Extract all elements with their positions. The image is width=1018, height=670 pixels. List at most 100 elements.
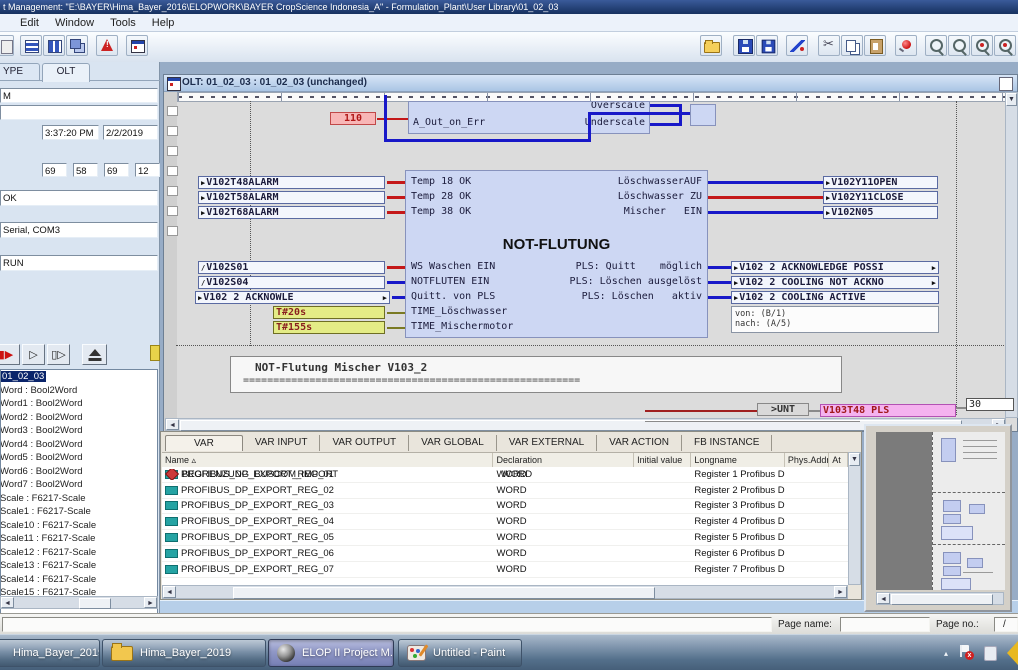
left-panel-hscrollbar[interactable]: ◄ ►: [0, 596, 158, 609]
scroll-thumb[interactable]: [891, 594, 993, 605]
signature-icon[interactable]: [786, 35, 808, 56]
window-icon[interactable]: [126, 35, 148, 56]
scroll-left-icon[interactable]: ◄: [163, 586, 176, 598]
zoom-red-icon[interactable]: [971, 35, 993, 56]
menu-item[interactable]: Help: [144, 17, 183, 29]
value-box-30[interactable]: 30: [966, 398, 1014, 411]
cut-icon[interactable]: ✂: [818, 35, 840, 56]
list-item[interactable]: 01_02_03: [1, 370, 157, 384]
zoom-icon[interactable]: [925, 35, 947, 56]
input-tag-v102s04[interactable]: /V102S04: [198, 276, 385, 289]
column-header-phys-addr[interactable]: Phys.Addr.: [785, 453, 829, 468]
open-folder-icon[interactable]: [700, 35, 722, 56]
time-field[interactable]: 3:37:20 PM: [42, 125, 99, 140]
document-icon[interactable]: [0, 35, 14, 56]
menu-item[interactable]: Edit: [12, 17, 47, 29]
tray-program-icon[interactable]: [984, 646, 997, 661]
var-tab[interactable]: VAR INPUT: [243, 435, 321, 451]
list-item[interactable]: Scale13 : F6217-Scale: [1, 559, 157, 573]
eject-button[interactable]: [82, 344, 107, 365]
table-row[interactable]: BEGRENZUNG_BUSCOM_IMPORT WORD: [162, 467, 848, 483]
var-tab[interactable]: VAR GLOBAL: [409, 435, 497, 451]
jun-block[interactable]: [690, 104, 716, 126]
input-tag-v102t68alarm[interactable]: ▶V102T68ALARM: [198, 206, 385, 219]
input-tag-v102-2-acknowledge[interactable]: ▶V102 2 ACKNOWLE▶: [195, 291, 390, 304]
status-field[interactable]: OK: [0, 190, 158, 206]
var-tab[interactable]: VAR EXTERNAL: [497, 435, 597, 451]
list-item[interactable]: Word3 : Bool2Word: [1, 424, 157, 438]
counter-field[interactable]: 58: [73, 163, 98, 177]
copy-icon[interactable]: [841, 35, 863, 56]
save-icon[interactable]: [733, 35, 755, 56]
zoom-2-icon[interactable]: [948, 35, 970, 56]
scale-function-block[interactable]: A_Out_on_Err Overscale Underscale: [408, 101, 650, 134]
table-row[interactable]: PROFIBUS_DP_EXPORT_REG_02 WORD Register …: [162, 483, 848, 499]
not-flutung-block[interactable]: NOT-FLUTUNG Temp 18 OK Temp 28 OK Temp 3…: [405, 170, 708, 338]
table-row[interactable]: PROFIBUS_DP_EXPORT_REG_03 WORD Register …: [162, 499, 848, 515]
scroll-left-icon[interactable]: ◄: [166, 419, 179, 430]
connection-field[interactable]: Serial, COM3: [0, 222, 158, 238]
show-hidden-icons-icon[interactable]: ▴: [944, 649, 948, 658]
value-box-110[interactable]: 110: [330, 112, 376, 125]
input-tag-v102t58alarm[interactable]: ▶V102T58ALARM: [198, 191, 385, 204]
menu-item[interactable]: Window: [47, 17, 102, 29]
play-button[interactable]: ▷: [22, 344, 45, 365]
list-item[interactable]: Scale14 : F6217-Scale: [1, 573, 157, 587]
scroll-down-icon[interactable]: ▼: [849, 453, 860, 466]
list-item[interactable]: Word7 : Bool2Word: [1, 478, 157, 492]
scroll-right-icon[interactable]: ►: [834, 586, 847, 598]
var-tab[interactable]: FB INSTANCE: [682, 435, 772, 451]
diagram-vscrollbar[interactable]: ▲ ▼: [1005, 92, 1018, 418]
table-row[interactable]: PROFIBUS_DP_EXPORT_REG_06 WORD Register …: [162, 546, 848, 562]
var-hscrollbar[interactable]: ◄ ►: [162, 585, 848, 599]
input-tag-v102s01[interactable]: /V102S01: [198, 261, 385, 274]
page-overview-window[interactable]: ◄: [864, 424, 1012, 612]
list-item[interactable]: Word1 : Bool2Word: [1, 397, 157, 411]
output-tag-cooling-active[interactable]: ▶V102 2 COOLING ACTIVE: [731, 291, 939, 304]
output-tag-acknowledge-possible[interactable]: ▶V102 2 ACKNOWLEDGE POSSI▶: [731, 261, 939, 274]
list-item[interactable]: Word2 : Bool2Word: [1, 411, 157, 425]
taskbar-button-paint[interactable]: Untitled - Paint: [398, 639, 522, 667]
scroll-right-icon[interactable]: ►: [144, 597, 157, 608]
tab-olt[interactable]: OLT: [42, 63, 90, 82]
tag-v103t48-pls[interactable]: V103T48 PLS: [820, 404, 956, 417]
paste-icon[interactable]: [864, 35, 886, 56]
output-tag-cooling-not-acknowledged[interactable]: ▶V102 2 COOLING NOT ACKNO▶: [731, 276, 939, 289]
window-button[interactable]: [999, 77, 1013, 91]
scroll-thumb[interactable]: [233, 587, 655, 599]
table-row[interactable]: PROFIBUS_DP_EXPORT_REG_07 WORD Register …: [162, 562, 848, 578]
pin-icon[interactable]: [895, 35, 917, 56]
secondary-field[interactable]: [0, 105, 158, 120]
time-constant-155s[interactable]: T#155s: [273, 321, 385, 334]
scroll-down-icon[interactable]: ▼: [1006, 93, 1017, 106]
tile-horizontal-icon[interactable]: [20, 35, 42, 56]
list-item[interactable]: Word6 : Bool2Word: [1, 465, 157, 479]
save-all-icon[interactable]: [756, 35, 778, 56]
column-header-name[interactable]: Name ▵: [162, 453, 493, 468]
output-tag-v102y11open[interactable]: ▶V102Y11OPEN: [823, 176, 938, 189]
list-item[interactable]: Scale : F6217-Scale: [1, 492, 157, 506]
step-button[interactable]: ▯▷: [47, 344, 70, 365]
column-header-at[interactable]: At: [829, 453, 848, 468]
taskbar-button-elop[interactable]: ELOP II Project M...: [268, 639, 394, 667]
counter-field[interactable]: 69: [42, 163, 67, 177]
alarm-icon[interactable]: !: [96, 35, 118, 56]
table-row[interactable]: PROFIBUS_DP_EXPORT_REG_05 WORD Register …: [162, 530, 848, 546]
list-item[interactable]: Scale10 : F6217-Scale: [1, 519, 157, 533]
output-tag-v102y11close[interactable]: ▶V102Y11CLOSE: [823, 191, 938, 204]
column-header-declaration[interactable]: Declaration: [493, 453, 634, 468]
diagram-window-titlebar[interactable]: OLT: 01_02_03 : 01_02_03 (unchanged): [164, 75, 1017, 92]
resource-field[interactable]: M: [0, 88, 158, 103]
list-item[interactable]: Scale12 : F6217-Scale: [1, 546, 157, 560]
cascade-icon[interactable]: [66, 35, 88, 56]
counter-field[interactable]: 69: [104, 163, 129, 177]
var-tab[interactable]: VAR ACTION: [597, 435, 682, 451]
column-header-initial-value[interactable]: Initial value: [634, 453, 691, 468]
taskbar-button-hima-bayer-2[interactable]: Hima_Bayer_2019: [102, 639, 266, 667]
list-item[interactable]: Scale1 : F6217-Scale: [1, 505, 157, 519]
taskbar-button-hima-bayer-1[interactable]: Hima_Bayer_2019: [0, 639, 100, 667]
zoom-red-2-icon[interactable]: [994, 35, 1016, 56]
mode-field[interactable]: RUN: [0, 255, 158, 271]
var-tab[interactable]: VAR OUTPUT: [320, 435, 409, 451]
table-row[interactable]: PROFIBUS_DP_EXPORT_REG_04 WORD Register …: [162, 514, 848, 530]
